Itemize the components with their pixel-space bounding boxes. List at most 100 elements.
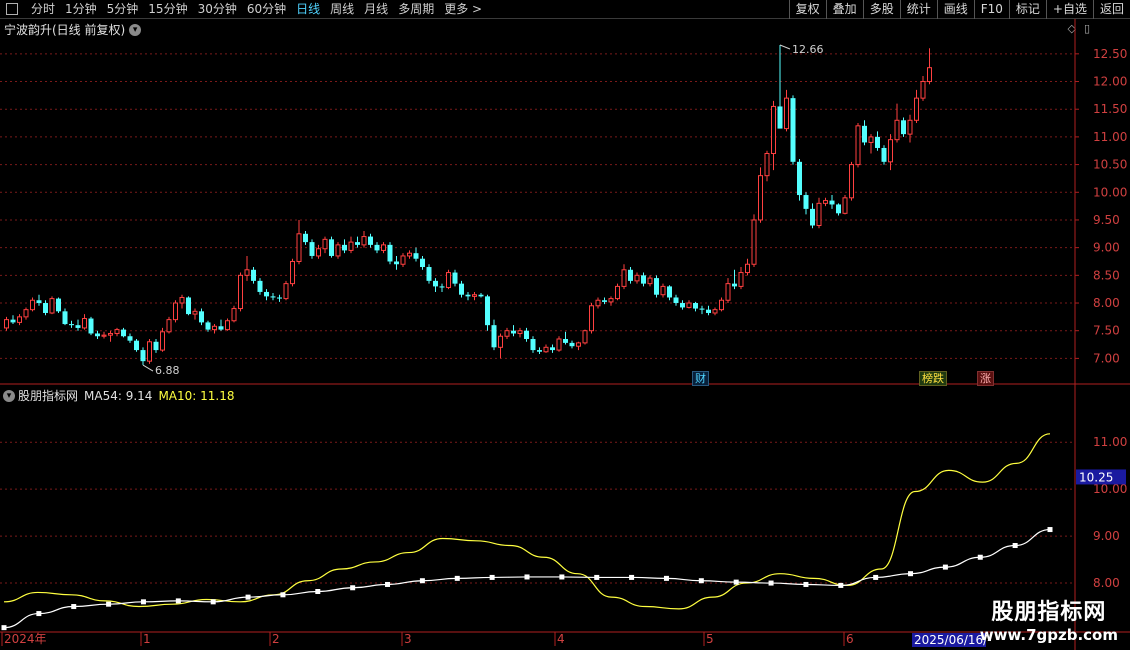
indicator-axis-label: 11.00 <box>1093 435 1127 449</box>
ma54-point <box>942 564 948 570</box>
candle-body-up <box>23 309 29 318</box>
candle-body-down <box>303 233 308 243</box>
candle-body-up <box>290 260 295 285</box>
candle-body-down <box>62 311 68 325</box>
candle-body-up <box>231 308 237 322</box>
price-axis-label: 7.50 <box>1093 324 1120 338</box>
candle-body-up <box>556 338 562 351</box>
candle-body-down <box>797 161 802 196</box>
candle-body-up <box>784 97 789 130</box>
candle-body-up <box>894 119 900 141</box>
candle-body-down <box>537 350 542 352</box>
candle-body-down <box>693 303 698 309</box>
candle-body-down <box>667 286 672 298</box>
candle-body-up <box>400 255 406 265</box>
low-marker-line <box>142 364 154 372</box>
ma54-point <box>803 581 809 587</box>
indicator-dropdown-icon[interactable]: ▾ <box>3 389 15 402</box>
candle-body-up <box>660 285 666 296</box>
candle-body-down <box>56 298 61 312</box>
candle-body-up <box>719 299 724 311</box>
candle-body-down <box>121 329 126 337</box>
candle-body-up <box>608 298 614 303</box>
candle-body-up <box>758 175 763 221</box>
candle-body-up <box>160 331 165 351</box>
candle-body-down <box>264 291 269 297</box>
candle-body-up <box>4 319 9 329</box>
candle-body-down <box>134 340 139 351</box>
ma10-readout: MA10: 11.18 <box>158 388 235 403</box>
candle-body-up <box>595 299 601 307</box>
candle-body-up <box>686 302 692 308</box>
ma54-point <box>385 581 391 587</box>
low-marker-label: 6.88 <box>155 364 180 377</box>
candle-body-down <box>95 333 100 337</box>
ma54-point <box>1012 543 1018 549</box>
candle-body-up <box>17 316 22 323</box>
candle-body-down <box>673 297 679 304</box>
date-axis-label: 3 <box>404 632 412 646</box>
ma54-point <box>36 611 42 617</box>
candle-body-down <box>628 269 633 281</box>
candle-body-down <box>901 120 906 135</box>
candle-body-down <box>127 336 133 341</box>
candle-body-down <box>36 300 42 304</box>
candle-body-down <box>680 303 685 308</box>
ma54-point <box>663 575 669 581</box>
candle-body-down <box>790 98 796 162</box>
candle-body-up <box>582 330 588 344</box>
candle-body-up <box>842 197 848 214</box>
candle-body-down <box>777 106 783 129</box>
price-axis-label: 8.00 <box>1093 296 1120 310</box>
ma54-point <box>315 589 321 595</box>
date-axis-label: 2 <box>272 632 280 646</box>
candle-body-up <box>407 252 412 257</box>
candle-body-up <box>101 334 107 337</box>
candle-body-up <box>907 119 913 135</box>
ranking-tag[interactable]: 榜跌 <box>919 371 947 386</box>
high-marker-label: 12.66 <box>792 43 824 56</box>
candle-body-down <box>439 286 445 288</box>
ma54-point <box>838 582 844 588</box>
finance-tag[interactable]: 财 <box>692 371 709 386</box>
candle-body-up <box>446 272 451 289</box>
price-axis-label: 11.00 <box>1093 130 1127 144</box>
ma54-point <box>733 579 739 585</box>
candle-body-up <box>927 67 932 83</box>
candle-body-up <box>589 305 594 332</box>
candle-body-up <box>322 238 328 250</box>
date-axis-label: 2024年 <box>4 632 47 646</box>
ma54-point <box>280 592 286 598</box>
ma54-point <box>698 578 704 584</box>
candle-body-up <box>745 263 750 274</box>
ma54-point <box>1047 527 1053 533</box>
candle-body-up <box>888 139 893 163</box>
chart-canvas[interactable]: 12.50 12.00 11.50 11.00 10.50 10.00 9.50 9.00 8.… <box>0 0 1130 650</box>
candle-body-up <box>192 310 198 315</box>
watermark-url: www.7gpzb.com <box>979 626 1118 644</box>
candle-body-down <box>563 339 568 343</box>
ma54-point <box>594 574 600 580</box>
candle-body-down <box>88 318 94 334</box>
candle-body-down <box>10 319 16 323</box>
candle-body-down <box>69 324 74 326</box>
candle-body-up <box>244 269 250 276</box>
candle-body-up <box>725 283 731 301</box>
ma54-point <box>245 594 251 600</box>
candle-body-up <box>868 136 874 143</box>
candle-body-up <box>173 302 178 321</box>
candle-body-down <box>368 236 373 245</box>
rise-tag[interactable]: 涨 <box>977 371 994 386</box>
date-axis-label: 6 <box>846 632 854 646</box>
candle-body-down <box>433 280 438 287</box>
candle-body-up <box>615 285 620 300</box>
price-axis-label: 11.50 <box>1093 102 1127 116</box>
price-axis-label: 7.00 <box>1093 351 1120 365</box>
ma54-point <box>977 554 983 560</box>
candle-body-up <box>914 97 919 121</box>
candle-body-up <box>348 241 354 251</box>
candle-body-up <box>472 294 477 297</box>
candle-body-up <box>498 335 503 348</box>
watermark: 股朋指标网 www.7gpzb.com <box>980 600 1118 644</box>
candle-body-down <box>452 272 458 284</box>
